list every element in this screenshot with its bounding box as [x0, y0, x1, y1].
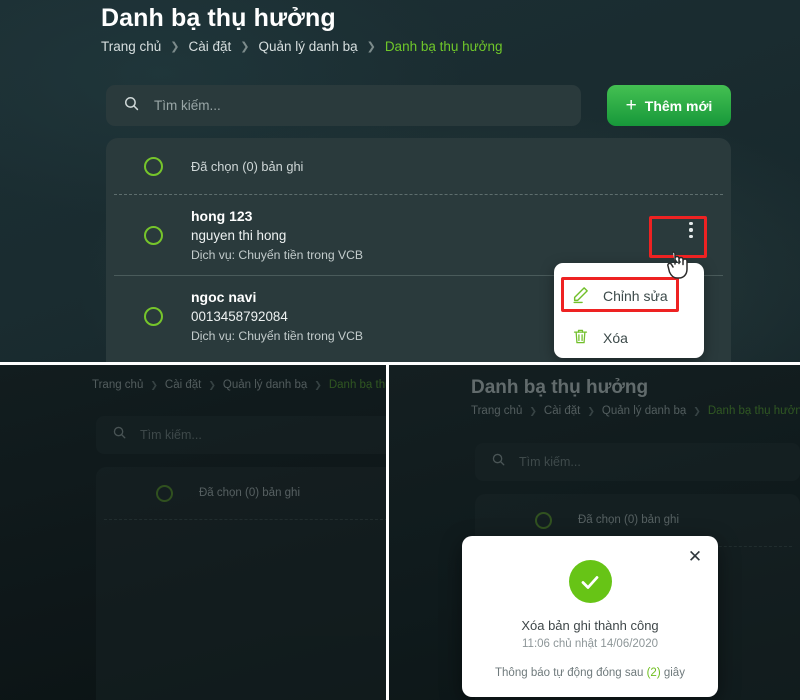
check-circle-icon [568, 560, 612, 603]
chevron-right-icon: ❯ [208, 379, 216, 390]
breadcrumb-item-contacts[interactable]: Quản lý danh bạ [259, 39, 358, 54]
page-title: Danh bạ thụ hưởng [101, 4, 336, 32]
chevron-right-icon: ❯ [366, 41, 376, 53]
row-name: ngoc navi [191, 288, 257, 305]
success-timestamp: 11:06 chủ nhật 14/06/2020 [522, 638, 658, 650]
select-all-radio-icon[interactable] [156, 484, 173, 502]
close-icon[interactable]: ✕ [686, 547, 704, 565]
chevron-right-icon: ❯ [170, 41, 180, 53]
br-breadcrumb-item-settings[interactable]: Cài đặt [544, 405, 580, 417]
br-search-placeholder: Tìm kiếm... [519, 455, 581, 469]
row-name: hong 123 [191, 207, 253, 224]
select-all-row[interactable]: Đã chọn (0) bản ghi [106, 138, 731, 194]
main-panel: Danh bạ thụ hưởng Trang chủ ❯ Cài đặt ❯ … [0, 0, 800, 364]
bl-breadcrumb-item-home[interactable]: Trang chủ [92, 379, 143, 391]
delete-success-dialog: ✕ Xóa bản ghi thành công 11:06 chủ nhật … [462, 536, 718, 697]
row-content: ngoc navi 0013458792084 Dịch vụ: Chuyển … [191, 287, 363, 345]
search-input[interactable]: Tìm kiếm... [106, 85, 581, 126]
select-all-radio-icon[interactable] [144, 156, 163, 176]
search-placeholder: Tìm kiếm... [154, 98, 221, 113]
select-all-radio-icon[interactable] [535, 511, 552, 529]
bl-select-all-row[interactable]: Đã chọn (0) bản ghi [96, 467, 386, 519]
chevron-right-icon: ❯ [240, 41, 250, 53]
bl-search-placeholder: Tìm kiếm... [140, 428, 202, 442]
menu-item-delete-label: Xóa [603, 330, 628, 346]
chevron-right-icon: ❯ [314, 379, 322, 390]
chevron-right-icon: ❯ [693, 405, 701, 416]
search-icon [491, 452, 506, 472]
bl-breadcrumb-item-settings[interactable]: Cài đặt [165, 379, 201, 391]
more-vertical-icon[interactable] [669, 213, 713, 247]
row-divider [104, 519, 386, 520]
row-actions [669, 213, 713, 247]
row-content: hong 123 nguyen thi hong Dịch vụ: Chuyển… [191, 206, 363, 264]
chevron-right-icon: ❯ [529, 405, 537, 416]
br-search-input[interactable]: Tìm kiếm... [475, 443, 800, 481]
bl-breadcrumb-item-current: Danh bạ thụ hư [328, 379, 386, 391]
trash-icon [571, 327, 590, 349]
breadcrumb-item-home[interactable]: Trang chủ [101, 39, 161, 54]
auto-close-seconds: (2) [646, 667, 661, 679]
cursor-pointer-icon [666, 250, 692, 282]
add-new-button[interactable]: + Thêm mới [607, 85, 731, 126]
row-detail: 0013458792084 [191, 309, 288, 325]
breadcrumb-item-settings[interactable]: Cài đặt [189, 39, 232, 54]
bottom-right-panel: Danh bạ thụ hưởng Trang chủ ❯ Cài đặt ❯ … [389, 365, 800, 700]
row-detail: nguyen thi hong [191, 228, 287, 244]
menu-item-delete[interactable]: Xóa [554, 317, 704, 359]
row-service: Dịch vụ: Chuyển tiền trong VCB [191, 328, 364, 343]
search-row: Tìm kiếm... + Thêm mới [106, 85, 731, 126]
chevron-right-icon: ❯ [587, 405, 595, 416]
auto-close-prefix: Thông báo tự động đóng sau [495, 667, 644, 679]
br-selected-count-label: Đã chọn (0) bản ghi [578, 514, 680, 526]
row-service: Dịch vụ: Chuyển tiền trong VCB [191, 247, 364, 262]
bl-search-input[interactable]: Tìm kiếm... [96, 416, 386, 454]
plus-icon: + [625, 95, 637, 116]
breadcrumb: Trang chủ ❯ Cài đặt ❯ Quản lý danh bạ ❯ … [101, 39, 503, 54]
menu-item-edit-label: Chỉnh sửa [603, 288, 668, 304]
br-breadcrumb-item-current: Danh bạ thụ hưởng [707, 405, 800, 417]
auto-close-note: Thông báo tự động đóng sau (2) giây [462, 667, 718, 679]
search-icon [123, 95, 140, 117]
bottom-left-panel: Trang chủ ❯ Cài đặt ❯ Quản lý danh bạ ❯ … [0, 365, 386, 700]
screenshot-root: Danh bạ thụ hưởng Trang chủ ❯ Cài đặt ❯ … [0, 0, 800, 700]
bl-breadcrumb: Trang chủ ❯ Cài đặt ❯ Quản lý danh bạ ❯ … [92, 379, 386, 391]
pencil-icon [571, 285, 590, 307]
br-breadcrumb: Trang chủ ❯ Cài đặt ❯ Quản lý danh bạ ❯ … [471, 405, 800, 417]
breadcrumb-item-current: Danh bạ thụ hưởng [384, 39, 503, 54]
br-breadcrumb-item-contacts[interactable]: Quản lý danh bạ [602, 405, 686, 417]
br-page-title: Danh bạ thụ hưởng [471, 377, 649, 398]
row-radio-icon[interactable] [144, 225, 163, 245]
br-breadcrumb-item-home[interactable]: Trang chủ [471, 405, 522, 417]
bl-breadcrumb-item-contacts[interactable]: Quản lý danh bạ [223, 379, 307, 391]
selected-count-label: Đã chọn (0) bản ghi [191, 158, 304, 174]
add-new-label: Thêm mới [644, 97, 713, 114]
bl-selected-count-label: Đã chọn (0) bản ghi [199, 487, 301, 499]
bl-contacts-list-card: Đã chọn (0) bản ghi [96, 467, 386, 700]
success-title: Xóa bản ghi thành công [521, 618, 659, 633]
chevron-right-icon: ❯ [150, 379, 158, 390]
auto-close-suffix: giây [663, 667, 685, 679]
row-radio-icon[interactable] [144, 306, 163, 326]
search-icon [112, 425, 127, 445]
